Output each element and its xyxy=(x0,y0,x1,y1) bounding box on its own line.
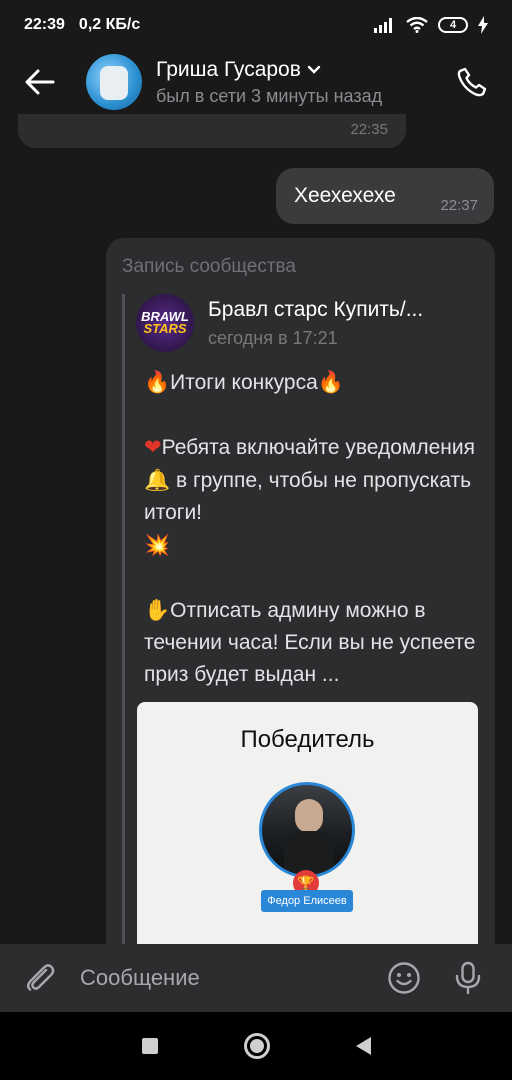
heart-icon: ❤ xyxy=(144,435,162,459)
repost-label: Запись сообщества xyxy=(122,256,296,277)
message-list[interactable]: 22:35 Хеехехехе 22:37 Запись сообщества … xyxy=(0,114,512,944)
post-line-title: 🔥Итоги конкурса🔥 xyxy=(144,366,484,399)
post-image[interactable]: Победитель 🏆 Федор Елисеев xyxy=(137,702,478,944)
battery-icon: 4 xyxy=(438,17,468,33)
status-time: 22:39 xyxy=(24,16,65,33)
charging-icon xyxy=(478,16,488,34)
message-input[interactable] xyxy=(80,965,384,991)
paperclip-icon xyxy=(27,964,55,991)
fire-icon: 🔥 xyxy=(144,370,171,394)
post-line-admin: ✋Отписать админу можно в течении часа! Е… xyxy=(144,594,484,691)
group-name[interactable]: Бравл старс Купить/... xyxy=(208,298,423,322)
system-navigation-bar xyxy=(0,1012,512,1080)
call-button[interactable] xyxy=(452,62,492,102)
status-icons: 4 xyxy=(374,16,488,34)
peer-name-text: Гриша Гусаров xyxy=(156,57,301,81)
back-button[interactable] xyxy=(8,50,72,114)
peer-info[interactable]: Гриша Гусаров был в сети 3 минуты назад xyxy=(156,58,382,107)
recent-apps-button[interactable] xyxy=(141,1038,158,1054)
chevron-down-icon xyxy=(307,65,321,74)
message-text: Хеехехехе xyxy=(294,184,396,207)
post-notifications-text-b: в группе, чтобы не пропускать итоги! xyxy=(144,469,472,524)
network-speed: 0,2 КБ/с xyxy=(78,16,141,33)
winner-photo xyxy=(259,782,355,878)
smile-icon xyxy=(388,962,420,994)
post-date: сегодня в 17:21 xyxy=(208,328,338,348)
peer-avatar[interactable] xyxy=(86,54,142,110)
bell-icon: 🔔 xyxy=(144,468,171,492)
attach-button[interactable] xyxy=(20,958,60,998)
winner-name: Федор Елисеев xyxy=(261,890,353,912)
voice-message-button[interactable] xyxy=(448,958,488,998)
message-time: 22:37 xyxy=(440,197,478,214)
peer-name: Гриша Гусаров xyxy=(156,58,382,82)
wifi-icon xyxy=(406,17,428,33)
repost-divider xyxy=(122,294,125,944)
home-button[interactable] xyxy=(243,1033,270,1059)
repost-message[interactable]: Запись сообщества BRAWL STARS Бравл стар… xyxy=(106,238,495,944)
post-line-notifications: ❤Ребята включайте уведомления 🔔 в группе,… xyxy=(144,431,484,562)
fire-icon: 🔥 xyxy=(317,370,344,394)
post-text: 🔥Итоги конкурса🔥 ❤Ребята включайте уведо… xyxy=(144,366,484,691)
peer-status: был в сети 3 минуты назад xyxy=(156,85,383,106)
arrow-left-icon xyxy=(25,69,55,95)
post-title-text: Итоги конкурса xyxy=(170,371,318,394)
group-avatar-text-line2: STARS xyxy=(143,321,187,336)
message-time: 22:35 xyxy=(350,121,388,138)
phone-icon xyxy=(457,67,487,97)
winner-title: Победитель xyxy=(240,726,375,753)
incoming-message[interactable]: 22:35 xyxy=(18,114,406,148)
group-avatar[interactable]: BRAWL STARS xyxy=(136,294,194,352)
post-admin-text: Отписать админу можно в течении часа! Ес… xyxy=(144,599,476,686)
microphone-icon xyxy=(455,961,481,995)
message-composer xyxy=(0,944,512,1012)
signal-icon xyxy=(374,18,392,33)
boom-icon: 💥 xyxy=(144,533,171,557)
emoji-button[interactable] xyxy=(384,958,424,998)
outgoing-message[interactable]: Хеехехехе 22:37 xyxy=(276,168,494,224)
chat-header: Гриша Гусаров был в сети 3 минуты назад xyxy=(0,50,512,114)
post-notifications-text-a: Ребята включайте уведомления xyxy=(161,436,475,459)
hand-icon: ✋ xyxy=(144,598,171,622)
status-bar: 22:39 0,2 КБ/с 4 xyxy=(0,0,512,50)
system-back-button[interactable] xyxy=(355,1037,371,1055)
